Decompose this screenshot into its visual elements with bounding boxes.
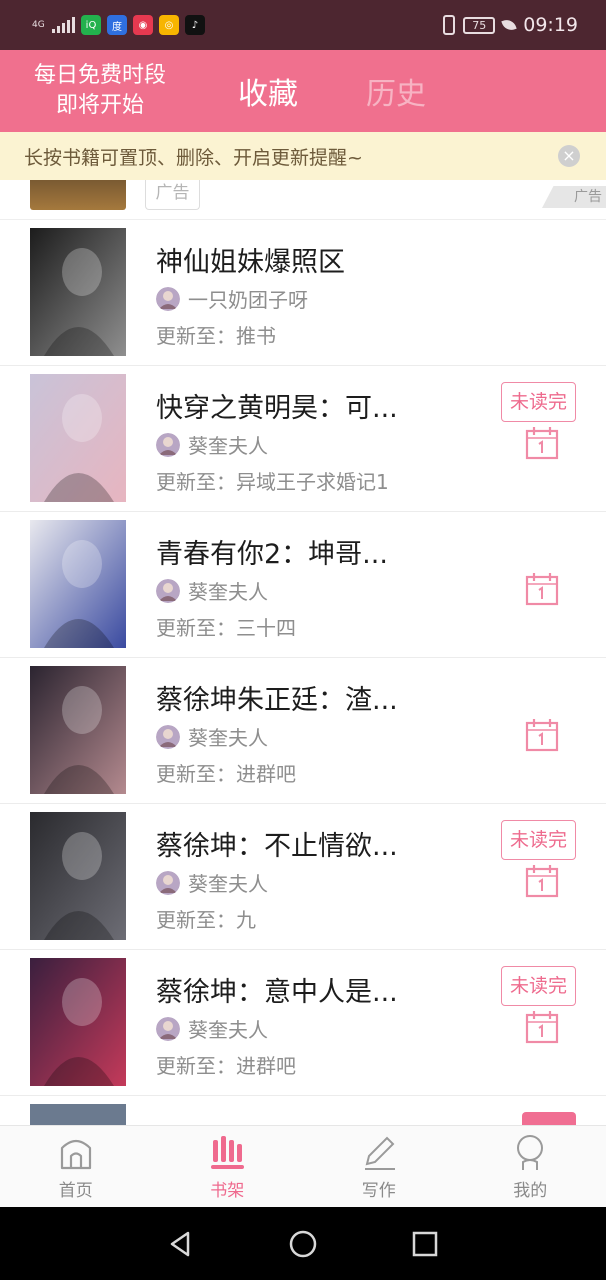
book-row[interactable]: 蔡徐坤：不止情欲... 葵奎夫人更新至：九 未读完 — [0, 804, 606, 950]
free-period-line1: 每日免费时段 — [33, 63, 166, 88]
author-row: 葵奎夫人 — [156, 430, 268, 459]
network-type: 4G — [32, 19, 45, 30]
tab-history[interactable]: 历史 — [336, 69, 456, 113]
book-cover[interactable] — [30, 1104, 126, 1125]
free-period-banner[interactable]: 每日免费时段 即将开始 — [0, 61, 200, 121]
book-title[interactable]: 快穿之黄明昊：可... — [156, 386, 398, 425]
book-row[interactable]: 蔡徐坤：意中人是... 葵奎夫人更新至：进群吧 未读完 — [0, 950, 606, 1096]
nav-label: 我的 — [513, 1181, 548, 1201]
book-cover[interactable] — [30, 812, 126, 940]
back-icon[interactable] — [166, 1229, 196, 1259]
calendar-reminder-icon[interactable] — [525, 426, 559, 460]
ad-tag: 广告 — [145, 180, 200, 210]
book-cover[interactable] — [30, 374, 126, 502]
avatar — [156, 870, 180, 895]
book-row[interactable]: 神仙姐妹爆照区一只奶团子呀更新至：推书 — [0, 220, 606, 366]
book-row[interactable]: 快穿之黄明昊：可... 葵奎夫人更新至：异域王子求婚记1 未读完 — [0, 366, 606, 512]
nav-item-bookshelf[interactable]: 书架 — [152, 1126, 304, 1207]
book-title[interactable]: 青春有你2：坤哥... — [156, 532, 388, 571]
recents-icon[interactable] — [410, 1229, 440, 1259]
latest-update: 更新至：进群吧 — [156, 762, 296, 786]
book-title[interactable]: 蔡徐坤朱正廷：渣... — [156, 678, 398, 717]
nav-item-home[interactable]: 首页 — [0, 1126, 152, 1207]
tip-text: 长按书籍可置顶、删除、开启更新提醒~ — [24, 146, 363, 169]
calendar-reminder-icon[interactable] — [525, 1010, 559, 1044]
iqiyi-icon: iQ — [81, 15, 101, 35]
nav-label: 书架 — [210, 1181, 245, 1201]
book-cover[interactable] — [30, 958, 126, 1086]
calendar-reminder-icon[interactable] — [525, 864, 559, 898]
unread-badge[interactable]: 未读完 — [501, 820, 576, 860]
avatar — [156, 1016, 180, 1041]
avatar — [156, 432, 180, 457]
bottom-nav: 首页 书架 写作 我的 — [0, 1125, 606, 1207]
nav-item-profile[interactable]: 我的 — [455, 1126, 606, 1207]
latest-update: 更新至：九 — [156, 908, 256, 932]
tab-favorites[interactable]: 收藏 — [208, 69, 328, 113]
ad-corner-badge: 广告 — [542, 186, 606, 208]
avatar — [156, 724, 180, 749]
clock: 09:19 — [523, 14, 578, 36]
author-name: 葵奎夫人 — [188, 726, 268, 750]
free-period-line2: 即将开始 — [55, 93, 144, 118]
author-row: 葵奎夫人 — [156, 868, 268, 897]
latest-update: 更新至：三十四 — [156, 616, 296, 640]
bookshelf-icon — [211, 1136, 245, 1169]
vibrate-icon — [443, 15, 456, 35]
author-row: 葵奎夫人 — [156, 1014, 268, 1043]
book-row[interactable]: 蔡徐坤朱正廷：渣... 葵奎夫人更新至：进群吧 — [0, 658, 606, 804]
top-header: 每日免费时段 即将开始 收藏 历史 — [0, 50, 606, 132]
tip-bar: 长按书籍可置顶、删除、开启更新提醒~ × — [0, 132, 606, 180]
book-title[interactable]: 蔡徐坤：不止情欲... — [156, 824, 398, 863]
battery-icon: 75 — [463, 16, 496, 34]
home-circle-icon[interactable] — [288, 1229, 318, 1259]
avatar — [156, 578, 180, 603]
system-nav-bar — [0, 1207, 606, 1280]
signal-icon — [52, 17, 75, 33]
book-title[interactable]: 神仙姐妹爆照区 — [156, 240, 345, 279]
ad-row[interactable]: 广告 广告 — [0, 180, 606, 220]
book-cover[interactable] — [30, 228, 126, 356]
latest-update: 更新至：推书 — [156, 324, 276, 348]
status-right: 75 09:19 — [443, 14, 578, 36]
author-name: 葵奎夫人 — [188, 872, 268, 896]
profile-icon — [517, 1135, 544, 1170]
eco-leaf-icon — [501, 17, 517, 33]
calendar-reminder-icon[interactable] — [525, 718, 559, 752]
notification-icons: iQ 度 ◉ ◎ ♪ — [81, 15, 205, 35]
nav-item-pencil[interactable]: 写作 — [303, 1126, 455, 1207]
book-row[interactable]: 青春有你2：坤哥... 葵奎夫人更新至：三十四 — [0, 512, 606, 658]
author-row: 一只奶团子呀 — [156, 284, 308, 313]
bookshelf-list[interactable]: 神仙姐妹爆照区 一只奶团子呀 更新至：推书 快穿之黄明昊：可... 葵奎夫人 更新至：异域… — [0, 220, 606, 1125]
baidu-icon: 度 — [107, 15, 127, 35]
status-left: 4G iQ 度 ◉ ◎ ♪ — [32, 15, 205, 35]
unread-badge[interactable]: 未读完 — [501, 382, 576, 422]
latest-update: 更新至：进群吧 — [156, 1054, 296, 1078]
weibo-icon: ◎ — [159, 15, 179, 35]
author-row: 葵奎夫人 — [156, 722, 268, 751]
book-cover[interactable] — [30, 666, 126, 794]
author-name: 一只奶团子呀 — [188, 288, 308, 312]
calendar-reminder-icon[interactable] — [525, 572, 559, 606]
author-name: 葵奎夫人 — [188, 580, 268, 604]
ad-thumbnail[interactable] — [30, 180, 126, 210]
close-icon[interactable]: × — [558, 145, 580, 167]
nav-label: 首页 — [58, 1181, 93, 1201]
author-name: 葵奎夫人 — [188, 434, 268, 458]
nav-label: 写作 — [361, 1181, 396, 1201]
avatar — [156, 286, 180, 311]
author-row: 葵奎夫人 — [156, 576, 268, 605]
latest-update: 更新至：异域王子求婚记1 — [156, 470, 389, 494]
app-red-icon: ◉ — [133, 15, 153, 35]
home-icon — [60, 1139, 91, 1170]
status-bar: 4G iQ 度 ◉ ◎ ♪ 75 09:19 — [0, 0, 606, 50]
book-title[interactable]: 蔡徐坤：意中人是... — [156, 970, 398, 1009]
author-name: 葵奎夫人 — [188, 1018, 268, 1042]
unread-badge[interactable]: 未读完 — [501, 966, 576, 1006]
pencil-icon — [364, 1136, 395, 1170]
unread-badge-partial[interactable] — [522, 1112, 576, 1125]
tiktok-icon: ♪ — [185, 15, 205, 35]
book-cover[interactable] — [30, 520, 126, 648]
book-row-partial[interactable] — [0, 1096, 606, 1125]
